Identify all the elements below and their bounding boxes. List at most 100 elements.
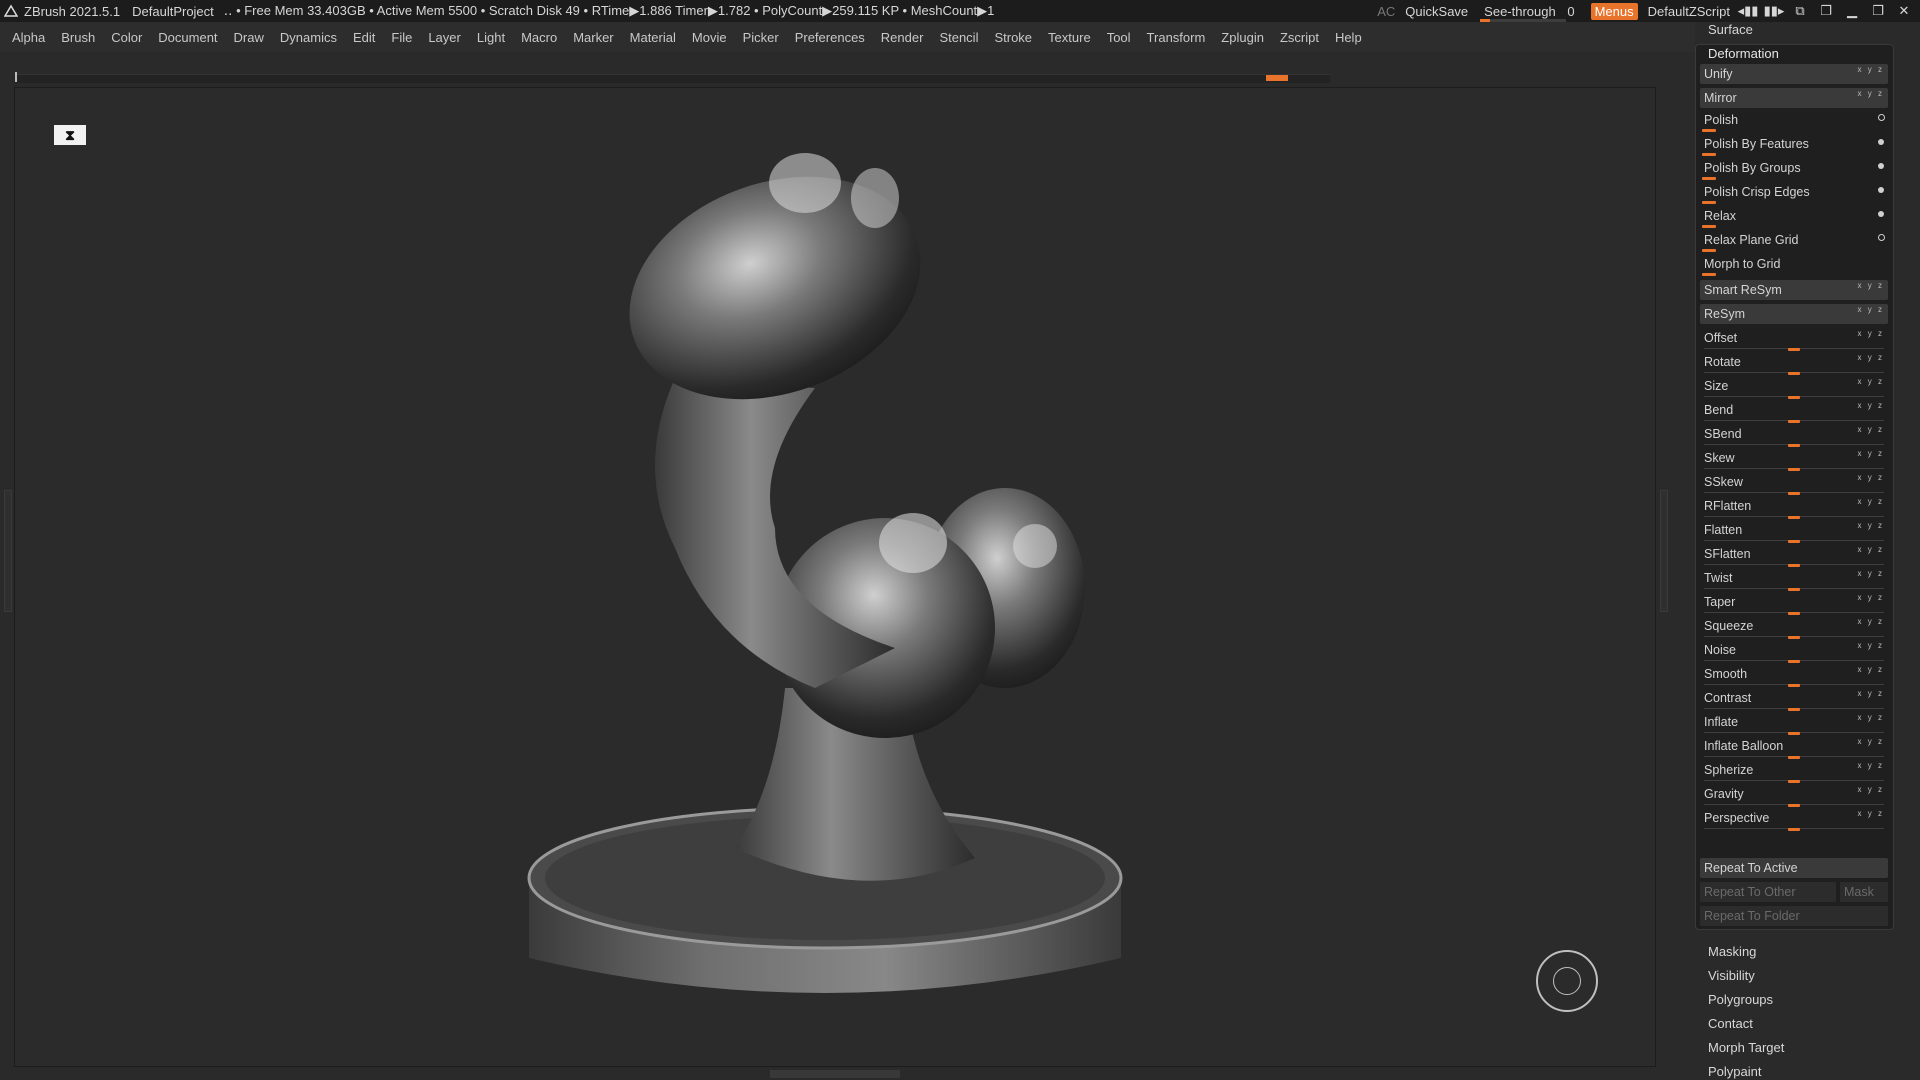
menu-dynamics[interactable]: Dynamics: [280, 30, 337, 45]
xyz-axis-toggles[interactable]: x y z: [1858, 449, 1884, 458]
relax-plane-grid-toggle-icon[interactable]: [1878, 234, 1885, 241]
slider-knob[interactable]: [1788, 828, 1800, 831]
smart-resym-button[interactable]: Smart ReSym x y z: [1700, 280, 1888, 300]
subpalette-visibility[interactable]: Visibility: [1708, 968, 1755, 983]
sskew-slider[interactable]: SSkew x y z: [1700, 472, 1888, 495]
twist-slider[interactable]: Twist x y z: [1700, 568, 1888, 591]
xyz-axis-toggles[interactable]: x y z: [1858, 89, 1884, 98]
xyz-axis-toggles[interactable]: x y z: [1858, 569, 1884, 578]
menu-movie[interactable]: Movie: [692, 30, 727, 45]
taper-slider[interactable]: Taper x y z: [1700, 592, 1888, 615]
menu-zscript[interactable]: Zscript: [1280, 30, 1319, 45]
timeline-marker[interactable]: [1266, 75, 1288, 81]
slider-knob[interactable]: [1788, 660, 1800, 663]
subpalette-surface[interactable]: Surface: [1708, 22, 1753, 37]
right-tray-handle[interactable]: [1660, 490, 1668, 612]
inflate-slider[interactable]: Inflate x y z: [1700, 712, 1888, 735]
xyz-axis-toggles[interactable]: x y z: [1858, 281, 1884, 290]
menu-brush[interactable]: Brush: [61, 30, 95, 45]
slider-knob[interactable]: [1788, 372, 1800, 375]
menu-texture[interactable]: Texture: [1048, 30, 1091, 45]
slider-knob[interactable]: [1788, 492, 1800, 495]
rflatten-slider[interactable]: RFlatten x y z: [1700, 496, 1888, 519]
unify-button[interactable]: Unify x y z: [1700, 64, 1888, 84]
layout-right-icon[interactable]: ▮▮▸: [1764, 3, 1785, 19]
menu-zplugin[interactable]: Zplugin: [1221, 30, 1264, 45]
gravity-slider[interactable]: Gravity x y z: [1700, 784, 1888, 807]
xyz-axis-toggles[interactable]: x y z: [1858, 593, 1884, 602]
menu-transform[interactable]: Transform: [1147, 30, 1206, 45]
slider-knob[interactable]: [1788, 684, 1800, 687]
slider-knob[interactable]: [1788, 780, 1800, 783]
mirror-button[interactable]: Mirror x y z: [1700, 88, 1888, 108]
slider-knob[interactable]: [1788, 612, 1800, 615]
menu-stroke[interactable]: Stroke: [994, 30, 1032, 45]
inflate-balloon-slider[interactable]: Inflate Balloon x y z: [1700, 736, 1888, 759]
timeline-strip[interactable]: [14, 74, 1330, 83]
xyz-axis-toggles[interactable]: x y z: [1858, 401, 1884, 410]
xyz-axis-toggles[interactable]: x y z: [1858, 689, 1884, 698]
xyz-axis-toggles[interactable]: x y z: [1858, 353, 1884, 362]
menu-layer[interactable]: Layer: [428, 30, 461, 45]
left-tray-handle[interactable]: [4, 490, 12, 612]
xyz-axis-toggles[interactable]: x y z: [1858, 425, 1884, 434]
xyz-axis-toggles[interactable]: x y z: [1858, 737, 1884, 746]
xyz-axis-toggles[interactable]: x y z: [1858, 761, 1884, 770]
polish-by-features-toggle-icon[interactable]: [1878, 139, 1884, 145]
slider-knob[interactable]: [1788, 732, 1800, 735]
repeat-to-folder-button[interactable]: Repeat To Folder: [1700, 906, 1888, 926]
flatten-slider[interactable]: Flatten x y z: [1700, 520, 1888, 543]
menu-alpha[interactable]: Alpha: [12, 30, 45, 45]
slider-knob[interactable]: [1788, 540, 1800, 543]
rotate-slider[interactable]: Rotate x y z: [1700, 352, 1888, 375]
xyz-axis-toggles[interactable]: x y z: [1858, 521, 1884, 530]
offset-slider[interactable]: Offset x y z: [1700, 328, 1888, 351]
polish-by-groups-toggle-icon[interactable]: [1878, 163, 1884, 169]
slider-knob[interactable]: [1788, 564, 1800, 567]
close-icon[interactable]: ✕: [1896, 3, 1912, 19]
default-zscript-button[interactable]: DefaultZScript: [1648, 4, 1730, 19]
slider-knob[interactable]: [1788, 348, 1800, 351]
skew-slider[interactable]: Skew x y z: [1700, 448, 1888, 471]
slider-knob[interactable]: [1788, 516, 1800, 519]
xyz-axis-toggles[interactable]: x y z: [1858, 641, 1884, 650]
menu-help[interactable]: Help: [1335, 30, 1362, 45]
menus-button[interactable]: Menus: [1590, 2, 1638, 20]
xyz-axis-toggles[interactable]: x y z: [1858, 809, 1884, 818]
restore-icon[interactable]: ❐: [1870, 3, 1886, 19]
menu-preferences[interactable]: Preferences: [795, 30, 865, 45]
menu-macro[interactable]: Macro: [521, 30, 557, 45]
polish-crisp-edges-slider[interactable]: Polish Crisp Edges: [1700, 182, 1888, 204]
subpalette-contact[interactable]: Contact: [1708, 1016, 1753, 1031]
perspective-slider[interactable]: Perspective x y z: [1700, 808, 1888, 831]
mask-button[interactable]: Mask: [1840, 882, 1888, 902]
contrast-slider[interactable]: Contrast x y z: [1700, 688, 1888, 711]
bend-slider[interactable]: Bend x y z: [1700, 400, 1888, 423]
navigation-gizmo[interactable]: [1536, 950, 1598, 1012]
menu-tool[interactable]: Tool: [1107, 30, 1131, 45]
xyz-axis-toggles[interactable]: x y z: [1858, 665, 1884, 674]
xyz-axis-toggles[interactable]: x y z: [1858, 65, 1884, 74]
menu-material[interactable]: Material: [630, 30, 676, 45]
xyz-axis-toggles[interactable]: x y z: [1858, 473, 1884, 482]
slider-knob[interactable]: [1788, 588, 1800, 591]
repeat-to-active-button[interactable]: Repeat To Active: [1700, 858, 1888, 878]
slider-knob[interactable]: [1788, 396, 1800, 399]
menu-light[interactable]: Light: [477, 30, 505, 45]
slider-knob[interactable]: [1788, 420, 1800, 423]
repeat-to-other-button[interactable]: Repeat To Other: [1700, 882, 1836, 902]
ac-toggle[interactable]: AC: [1377, 4, 1395, 19]
smooth-slider[interactable]: Smooth x y z: [1700, 664, 1888, 687]
xyz-axis-toggles[interactable]: x y z: [1858, 617, 1884, 626]
slider-knob[interactable]: [1788, 444, 1800, 447]
relax-slider[interactable]: Relax: [1700, 206, 1888, 228]
xyz-axis-toggles[interactable]: x y z: [1858, 305, 1884, 314]
subpalette-polypaint[interactable]: Polypaint: [1708, 1064, 1761, 1079]
menu-edit[interactable]: Edit: [353, 30, 375, 45]
subpalette-masking[interactable]: Masking: [1708, 944, 1756, 959]
see-through-slider[interactable]: See-through 0: [1478, 4, 1580, 22]
squeeze-slider[interactable]: Squeeze x y z: [1700, 616, 1888, 639]
slider-knob[interactable]: [1788, 756, 1800, 759]
menu-picker[interactable]: Picker: [743, 30, 779, 45]
morph-to-grid-slider[interactable]: Morph to Grid: [1700, 254, 1888, 276]
